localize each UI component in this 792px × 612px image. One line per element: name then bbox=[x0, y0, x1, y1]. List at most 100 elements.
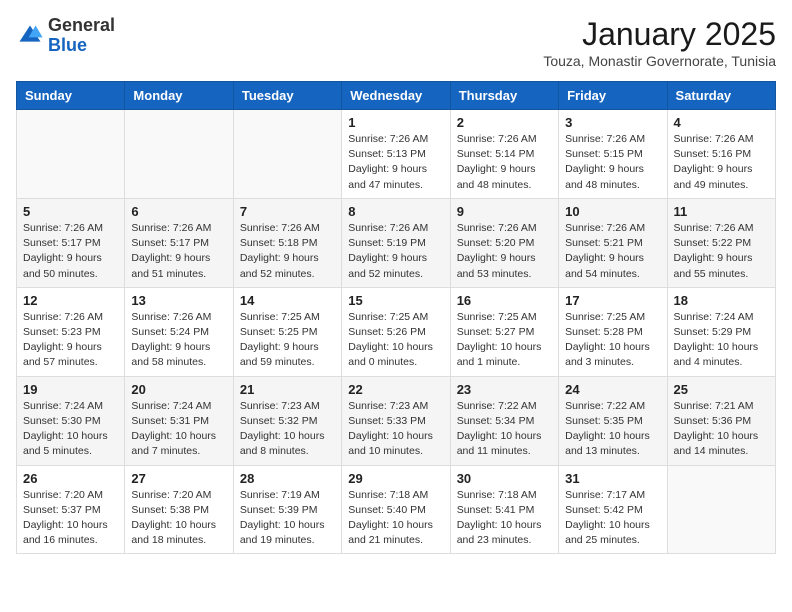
calendar-cell: 1Sunrise: 7:26 AM Sunset: 5:13 PM Daylig… bbox=[342, 110, 450, 199]
calendar-cell: 13 Sunrise: 7:26 AM Sunset: 5:24 PM Dayli… bbox=[125, 287, 233, 376]
calendar-header: SundayMondayTuesdayWednesdayThursdayFrid… bbox=[17, 82, 776, 110]
calendar-cell bbox=[233, 110, 341, 199]
day-info: Sunrise: 7:22 AM Sunset: 5:35 PM Dayligh… bbox=[565, 399, 660, 460]
calendar-cell: 14 Sunrise: 7:25 AM Sunset: 5:25 PM Dayli… bbox=[233, 287, 341, 376]
day-info: Sunrise: 7:26 AM Sunset: 5:24 PM Dayligh… bbox=[131, 310, 226, 371]
day-info: Sunrise: 7:26 AM Sunset: 5:19 PM Dayligh… bbox=[348, 221, 443, 282]
day-info: Sunrise: 7:26 AM Sunset: 5:22 PM Dayligh… bbox=[674, 221, 769, 282]
calendar-cell: 22Sunrise: 7:23 AM Sunset: 5:33 PM Dayli… bbox=[342, 376, 450, 465]
calendar-cell: 6 Sunrise: 7:26 AM Sunset: 5:17 PM Daylig… bbox=[125, 198, 233, 287]
day-info: Sunrise: 7:26 AM Sunset: 5:21 PM Dayligh… bbox=[565, 221, 660, 282]
day-number: 28 bbox=[240, 471, 335, 486]
calendar-cell: 31 Sunrise: 7:17 AM Sunset: 5:42 PM Dayli… bbox=[559, 465, 667, 554]
weekday-header-friday: Friday bbox=[559, 82, 667, 110]
calendar-week-4: 19 Sunrise: 7:24 AM Sunset: 5:30 PM Dayli… bbox=[17, 376, 776, 465]
day-number: 9 bbox=[457, 204, 552, 219]
calendar-cell: 2 Sunrise: 7:26 AM Sunset: 5:14 PM Daylig… bbox=[450, 110, 558, 199]
page-header: General Blue January 2025 Touza, Monasti… bbox=[16, 16, 776, 69]
calendar-week-3: 12 Sunrise: 7:26 AM Sunset: 5:23 PM Dayli… bbox=[17, 287, 776, 376]
day-info: Sunrise: 7:17 AM Sunset: 5:42 PM Dayligh… bbox=[565, 488, 660, 549]
day-info: Sunrise: 7:20 AM Sunset: 5:38 PM Dayligh… bbox=[131, 488, 226, 549]
day-info: Sunrise: 7:26 AM Sunset: 5:14 PM Dayligh… bbox=[457, 132, 552, 193]
day-number: 29 bbox=[348, 471, 443, 486]
day-info: Sunrise: 7:21 AM Sunset: 5:36 PM Dayligh… bbox=[674, 399, 769, 460]
day-info: Sunrise: 7:26 AM Sunset: 5:13 PM Dayligh… bbox=[348, 132, 443, 193]
weekday-header-row: SundayMondayTuesdayWednesdayThursdayFrid… bbox=[17, 82, 776, 110]
calendar-cell: 30 Sunrise: 7:18 AM Sunset: 5:41 PM Dayli… bbox=[450, 465, 558, 554]
day-info: Sunrise: 7:26 AM Sunset: 5:23 PM Dayligh… bbox=[23, 310, 118, 371]
calendar-cell: 19 Sunrise: 7:24 AM Sunset: 5:30 PM Dayli… bbox=[17, 376, 125, 465]
calendar-cell: 11 Sunrise: 7:26 AM Sunset: 5:22 PM Dayli… bbox=[667, 198, 775, 287]
day-number: 30 bbox=[457, 471, 552, 486]
day-info: Sunrise: 7:20 AM Sunset: 5:37 PM Dayligh… bbox=[23, 488, 118, 549]
day-info: Sunrise: 7:24 AM Sunset: 5:29 PM Dayligh… bbox=[674, 310, 769, 371]
day-info: Sunrise: 7:25 AM Sunset: 5:27 PM Dayligh… bbox=[457, 310, 552, 371]
calendar-cell: 26 Sunrise: 7:20 AM Sunset: 5:37 PM Dayli… bbox=[17, 465, 125, 554]
day-info: Sunrise: 7:25 AM Sunset: 5:26 PM Dayligh… bbox=[348, 310, 443, 371]
title-block: January 2025 Touza, Monastir Governorate… bbox=[543, 16, 776, 69]
calendar-cell: 7Sunrise: 7:26 AM Sunset: 5:18 PM Daylig… bbox=[233, 198, 341, 287]
day-number: 25 bbox=[674, 382, 769, 397]
day-info: Sunrise: 7:25 AM Sunset: 5:28 PM Dayligh… bbox=[565, 310, 660, 371]
day-info: Sunrise: 7:19 AM Sunset: 5:39 PM Dayligh… bbox=[240, 488, 335, 549]
calendar-week-2: 5 Sunrise: 7:26 AM Sunset: 5:17 PM Daylig… bbox=[17, 198, 776, 287]
day-info: Sunrise: 7:26 AM Sunset: 5:15 PM Dayligh… bbox=[565, 132, 660, 193]
day-number: 26 bbox=[23, 471, 118, 486]
calendar-cell: 3Sunrise: 7:26 AM Sunset: 5:15 PM Daylig… bbox=[559, 110, 667, 199]
day-number: 12 bbox=[23, 293, 118, 308]
day-number: 20 bbox=[131, 382, 226, 397]
calendar-table: SundayMondayTuesdayWednesdayThursdayFrid… bbox=[16, 81, 776, 554]
day-number: 24 bbox=[565, 382, 660, 397]
calendar-cell: 10 Sunrise: 7:26 AM Sunset: 5:21 PM Dayli… bbox=[559, 198, 667, 287]
day-number: 10 bbox=[565, 204, 660, 219]
day-info: Sunrise: 7:18 AM Sunset: 5:41 PM Dayligh… bbox=[457, 488, 552, 549]
calendar-cell bbox=[17, 110, 125, 199]
calendar-cell: 9Sunrise: 7:26 AM Sunset: 5:20 PM Daylig… bbox=[450, 198, 558, 287]
day-info: Sunrise: 7:26 AM Sunset: 5:17 PM Dayligh… bbox=[131, 221, 226, 282]
weekday-header-sunday: Sunday bbox=[17, 82, 125, 110]
day-number: 11 bbox=[674, 204, 769, 219]
day-info: Sunrise: 7:18 AM Sunset: 5:40 PM Dayligh… bbox=[348, 488, 443, 549]
calendar-week-1: 1Sunrise: 7:26 AM Sunset: 5:13 PM Daylig… bbox=[17, 110, 776, 199]
calendar-cell: 12 Sunrise: 7:26 AM Sunset: 5:23 PM Dayli… bbox=[17, 287, 125, 376]
calendar-cell: 21Sunrise: 7:23 AM Sunset: 5:32 PM Dayli… bbox=[233, 376, 341, 465]
calendar-cell: 25 Sunrise: 7:21 AM Sunset: 5:36 PM Dayli… bbox=[667, 376, 775, 465]
weekday-header-monday: Monday bbox=[125, 82, 233, 110]
day-number: 6 bbox=[131, 204, 226, 219]
day-info: Sunrise: 7:23 AM Sunset: 5:32 PM Dayligh… bbox=[240, 399, 335, 460]
day-number: 18 bbox=[674, 293, 769, 308]
location-text: Touza, Monastir Governorate, Tunisia bbox=[543, 53, 776, 69]
day-number: 13 bbox=[131, 293, 226, 308]
day-number: 4 bbox=[674, 115, 769, 130]
logo-blue-text: Blue bbox=[48, 36, 115, 56]
logo: General Blue bbox=[16, 16, 115, 56]
day-number: 27 bbox=[131, 471, 226, 486]
day-number: 7 bbox=[240, 204, 335, 219]
day-info: Sunrise: 7:24 AM Sunset: 5:31 PM Dayligh… bbox=[131, 399, 226, 460]
calendar-cell: 4 Sunrise: 7:26 AM Sunset: 5:16 PM Daylig… bbox=[667, 110, 775, 199]
day-info: Sunrise: 7:24 AM Sunset: 5:30 PM Dayligh… bbox=[23, 399, 118, 460]
month-title: January 2025 bbox=[543, 16, 776, 53]
day-number: 2 bbox=[457, 115, 552, 130]
calendar-cell: 8Sunrise: 7:26 AM Sunset: 5:19 PM Daylig… bbox=[342, 198, 450, 287]
day-info: Sunrise: 7:25 AM Sunset: 5:25 PM Dayligh… bbox=[240, 310, 335, 371]
day-number: 5 bbox=[23, 204, 118, 219]
weekday-header-wednesday: Wednesday bbox=[342, 82, 450, 110]
calendar-cell bbox=[667, 465, 775, 554]
calendar-week-5: 26 Sunrise: 7:20 AM Sunset: 5:37 PM Dayli… bbox=[17, 465, 776, 554]
calendar-cell: 5 Sunrise: 7:26 AM Sunset: 5:17 PM Daylig… bbox=[17, 198, 125, 287]
day-info: Sunrise: 7:22 AM Sunset: 5:34 PM Dayligh… bbox=[457, 399, 552, 460]
logo-icon bbox=[16, 22, 44, 50]
calendar-cell: 28 Sunrise: 7:19 AM Sunset: 5:39 PM Dayli… bbox=[233, 465, 341, 554]
day-info: Sunrise: 7:26 AM Sunset: 5:17 PM Dayligh… bbox=[23, 221, 118, 282]
day-number: 14 bbox=[240, 293, 335, 308]
calendar-cell: 17 Sunrise: 7:25 AM Sunset: 5:28 PM Dayli… bbox=[559, 287, 667, 376]
calendar-cell bbox=[125, 110, 233, 199]
day-info: Sunrise: 7:26 AM Sunset: 5:16 PM Dayligh… bbox=[674, 132, 769, 193]
day-number: 19 bbox=[23, 382, 118, 397]
day-number: 17 bbox=[565, 293, 660, 308]
day-number: 31 bbox=[565, 471, 660, 486]
calendar-cell: 27 Sunrise: 7:20 AM Sunset: 5:38 PM Dayli… bbox=[125, 465, 233, 554]
day-number: 15 bbox=[348, 293, 443, 308]
day-info: Sunrise: 7:23 AM Sunset: 5:33 PM Dayligh… bbox=[348, 399, 443, 460]
